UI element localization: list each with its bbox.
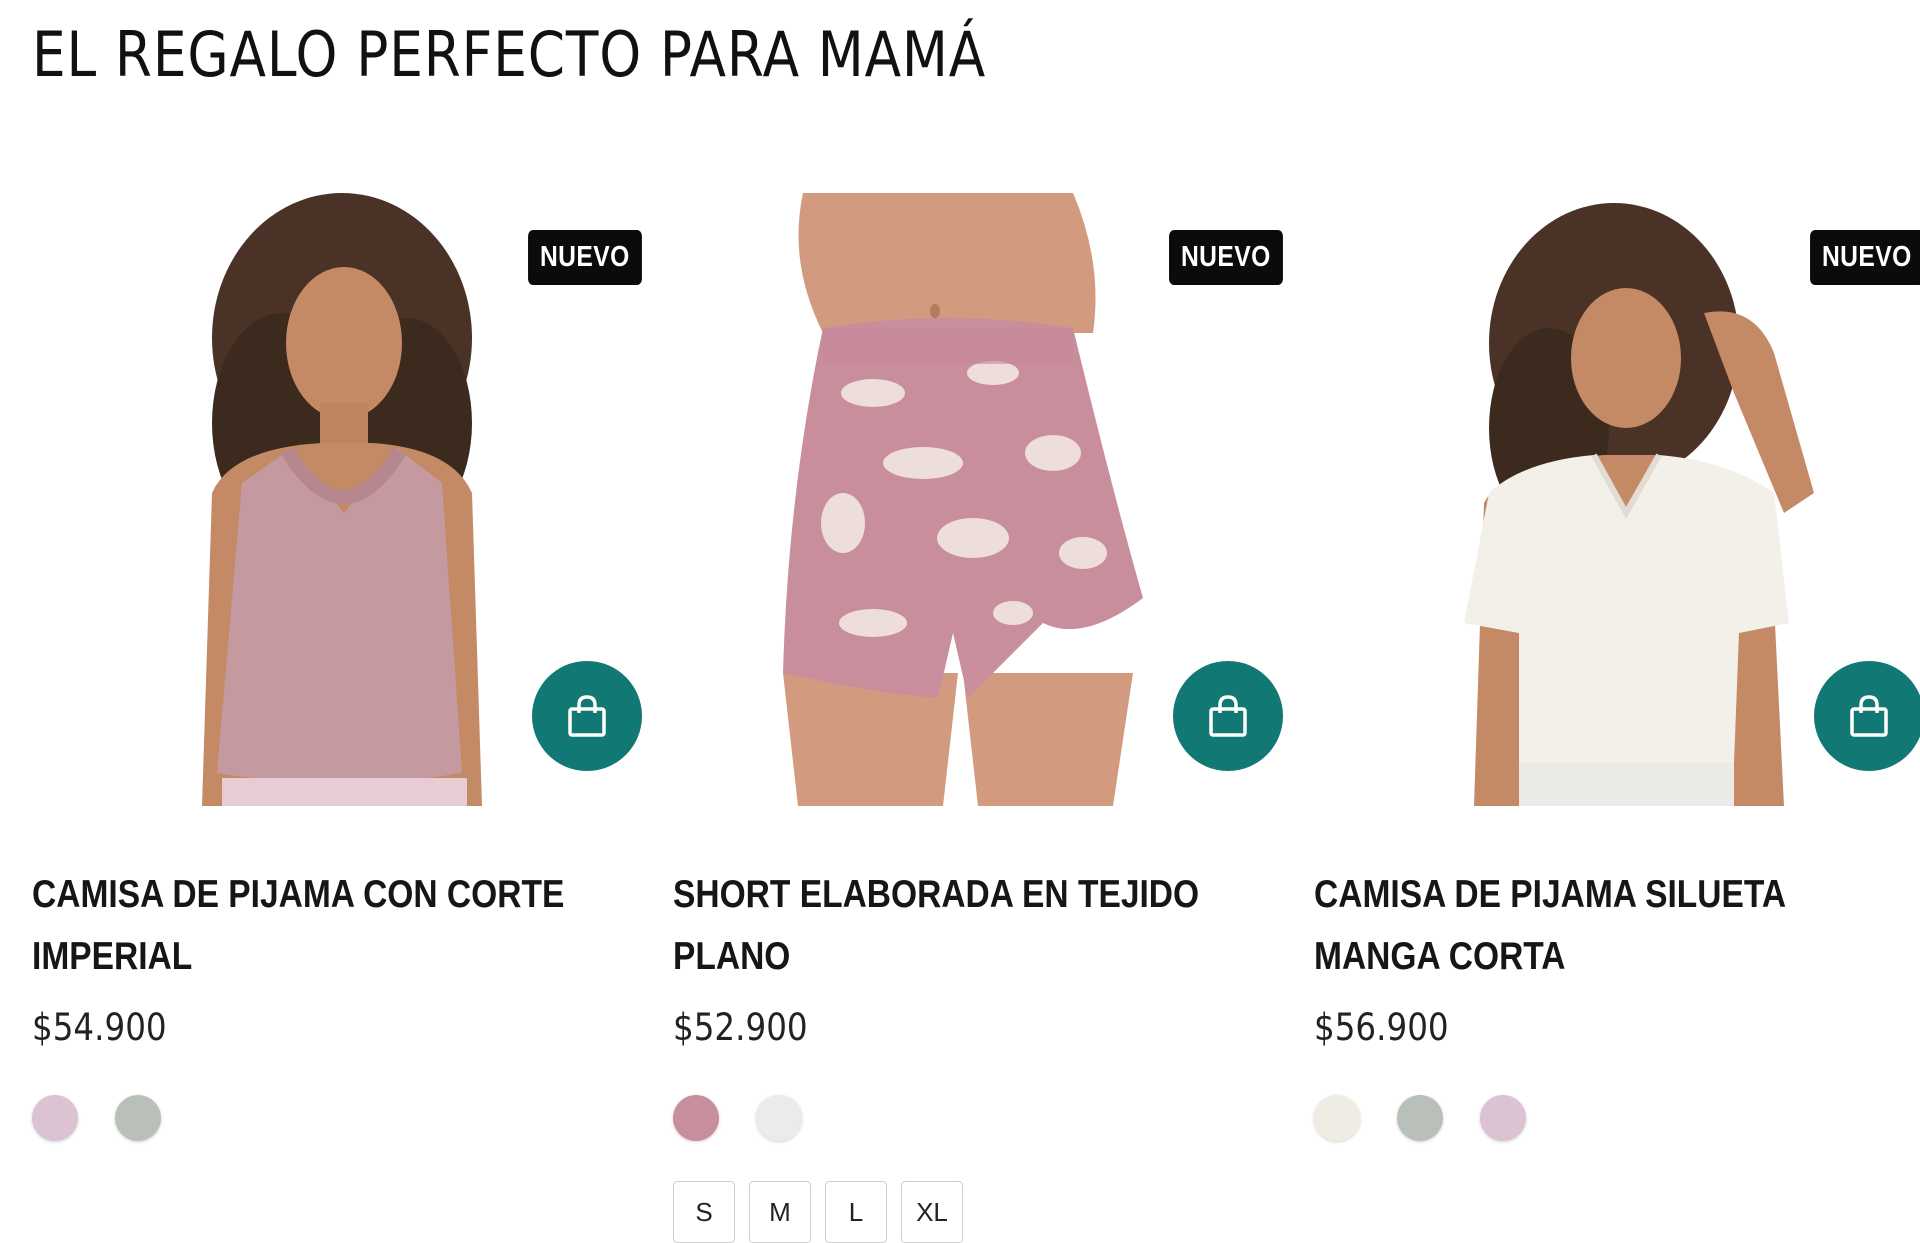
size-option[interactable]: XL — [901, 1181, 963, 1243]
color-swatch[interactable] — [673, 1095, 719, 1141]
add-to-cart-button[interactable] — [1173, 661, 1283, 771]
size-option[interactable]: S — [673, 1181, 735, 1243]
shopping-bag-icon — [568, 695, 606, 737]
product-name[interactable]: SHORT ELABORADA EN TEJIDO PLANO — [673, 864, 1275, 988]
product-image[interactable]: NUEVO — [673, 193, 1283, 806]
new-badge: NUEVO — [1810, 230, 1920, 285]
product-card[interactable]: NUEVO SHORT ELABORADA EN TEJIDO PLANO $5… — [673, 193, 1283, 1243]
product-name[interactable]: CAMISA DE PIJAMA CON CORTE IMPERIAL — [32, 864, 634, 988]
color-swatch[interactable] — [1480, 1095, 1526, 1141]
new-badge: NUEVO — [1169, 230, 1283, 285]
size-option[interactable]: L — [825, 1181, 887, 1243]
color-swatches — [1314, 1095, 1920, 1141]
product-price: $52.900 — [673, 1006, 808, 1049]
product-card[interactable]: NUEVO CAMISA DE PIJAMA SILUETA MANGA COR… — [1314, 193, 1920, 1170]
product-image[interactable]: NUEVO — [1314, 193, 1920, 806]
add-to-cart-button[interactable] — [1814, 661, 1920, 771]
color-swatch[interactable] — [115, 1095, 161, 1141]
product-price: $56.900 — [1314, 1006, 1449, 1049]
color-swatches — [32, 1095, 642, 1141]
color-swatch[interactable] — [1397, 1095, 1443, 1141]
new-badge: NUEVO — [528, 230, 642, 285]
shopping-bag-icon — [1850, 695, 1888, 737]
color-swatch[interactable] — [32, 1095, 78, 1141]
color-swatches — [673, 1095, 1283, 1141]
size-option[interactable]: M — [749, 1181, 811, 1243]
add-to-cart-button[interactable] — [532, 661, 642, 771]
page-title: EL REGALO PERFECTO PARA MAMÁ — [32, 18, 987, 91]
color-swatch[interactable] — [756, 1095, 802, 1141]
product-image[interactable]: NUEVO — [32, 193, 642, 806]
product-price: $54.900 — [32, 1006, 167, 1049]
size-options: S M L XL — [673, 1181, 1283, 1243]
color-swatch[interactable] — [1314, 1095, 1360, 1141]
shopping-bag-icon — [1209, 695, 1247, 737]
product-card[interactable]: NUEVO CAMISA DE PIJAMA CON CORTE IMPERIA… — [32, 193, 642, 1170]
product-name[interactable]: CAMISA DE PIJAMA SILUETA MANGA CORTA — [1314, 864, 1916, 988]
